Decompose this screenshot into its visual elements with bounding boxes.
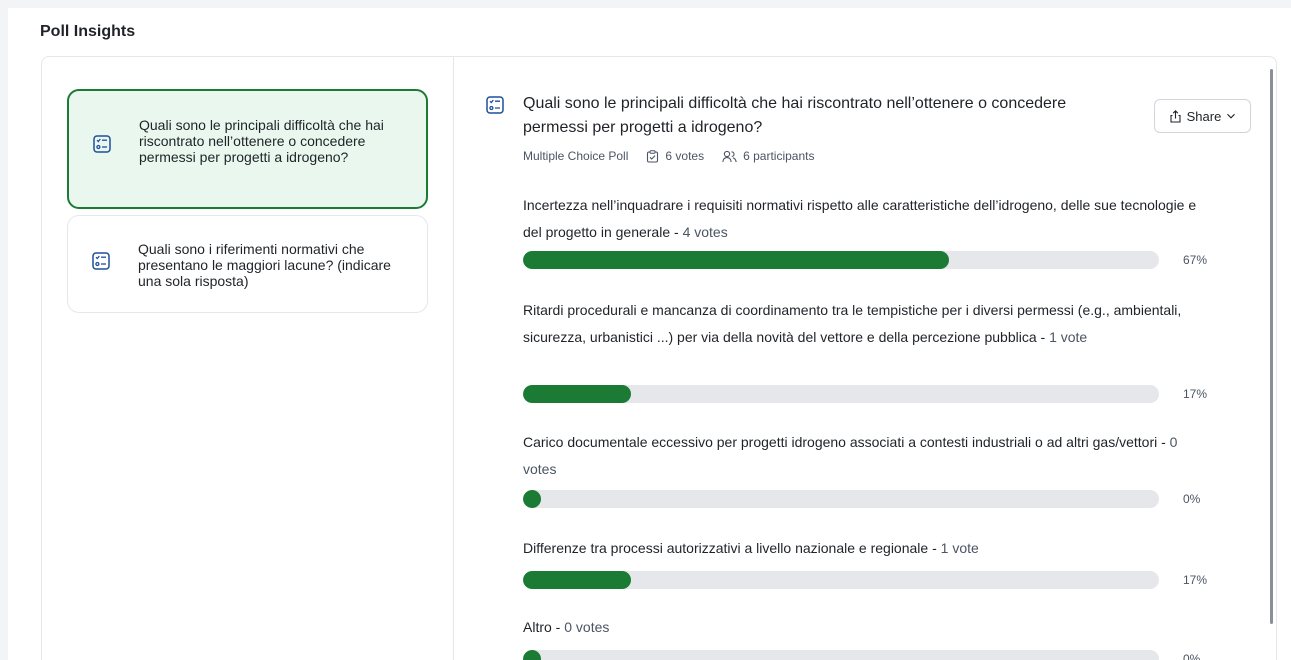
poll-question-title: Quali sono le principali difficoltà che … xyxy=(523,95,1067,136)
poll-type: Multiple Choice Poll xyxy=(523,149,629,163)
option-bar: 67% xyxy=(523,251,1208,269)
progress-track xyxy=(523,385,1159,403)
poll-option: Altro - 0 votes 0% xyxy=(523,614,1213,660)
page: Poll Insights Quali sono le principali d… xyxy=(8,8,1291,660)
poll-meta: Multiple Choice Poll 6 votes 6 participa… xyxy=(523,149,814,163)
option-label: Incertezza nell’inquadrare i requisiti n… xyxy=(523,197,1197,240)
option-votes: 0 votes xyxy=(564,619,610,635)
poll-icon xyxy=(93,135,111,153)
poll-option: Differenze tra processi autorizzativi a … xyxy=(523,540,1208,589)
scrollbar[interactable] xyxy=(1270,69,1273,624)
option-percent: 0% xyxy=(1183,492,1201,506)
progress-fill xyxy=(523,251,950,269)
page-title: Poll Insights xyxy=(40,23,136,40)
participants-count: 6 participants xyxy=(743,149,815,163)
progress-track xyxy=(523,571,1159,589)
option-label: Carico documentale eccessivo per progett… xyxy=(523,434,1158,450)
share-label: Share xyxy=(1186,108,1222,124)
option-percent: 0% xyxy=(1183,652,1201,660)
question-item-2[interactable]: Quali sono i riferimenti normativi che p… xyxy=(67,215,428,313)
option-bar: 0% xyxy=(523,650,1208,660)
poll-icon xyxy=(486,96,504,114)
poll-insights-card: Quali sono le principali difficoltà che … xyxy=(41,56,1277,660)
option-bar: 17% xyxy=(523,571,1208,589)
progress-fill xyxy=(523,571,632,589)
share-icon xyxy=(1170,109,1181,123)
progress-fill xyxy=(523,385,632,403)
clipboard-check-icon xyxy=(647,149,659,163)
votes-count: 6 votes xyxy=(665,149,705,163)
poll-detail: Quali sono le principali difficoltà che … xyxy=(454,57,1276,660)
progress-track xyxy=(523,251,1159,269)
option-votes: 1 vote xyxy=(940,540,979,556)
participants-icon xyxy=(722,150,737,162)
option-percent: 67% xyxy=(1183,253,1208,267)
poll-option: Ritardi procedurali e mancanza di coordi… xyxy=(523,302,1208,403)
option-percent: 17% xyxy=(1183,573,1208,587)
poll-option: Incertezza nell’inquadrare i requisiti n… xyxy=(523,197,1208,269)
option-bar: 0% xyxy=(523,490,1208,508)
question-item-text: Quali sono i riferimenti normativi che p… xyxy=(138,241,391,289)
question-list: Quali sono le principali difficoltà che … xyxy=(42,57,453,660)
option-percent: 17% xyxy=(1183,387,1208,401)
question-item-text: Quali sono le principali difficoltà che … xyxy=(139,117,384,165)
option-label: Altro xyxy=(523,619,552,635)
poll-icon xyxy=(92,252,110,270)
option-votes: 4 votes xyxy=(682,224,728,240)
chevron-down-icon xyxy=(1227,113,1236,119)
progress-fill xyxy=(523,650,541,660)
option-votes: 1 vote xyxy=(1049,329,1088,345)
progress-track xyxy=(523,650,1159,660)
progress-fill xyxy=(523,490,541,508)
progress-track xyxy=(523,490,1159,508)
poll-option: Carico documentale eccessivo per progett… xyxy=(523,429,1213,508)
option-bar: 17% xyxy=(523,385,1208,403)
share-button[interactable]: Share xyxy=(1154,99,1251,133)
question-item-1[interactable]: Quali sono le principali difficoltà che … xyxy=(67,89,428,209)
option-label: Differenze tra processi autorizzativi a … xyxy=(523,540,929,556)
